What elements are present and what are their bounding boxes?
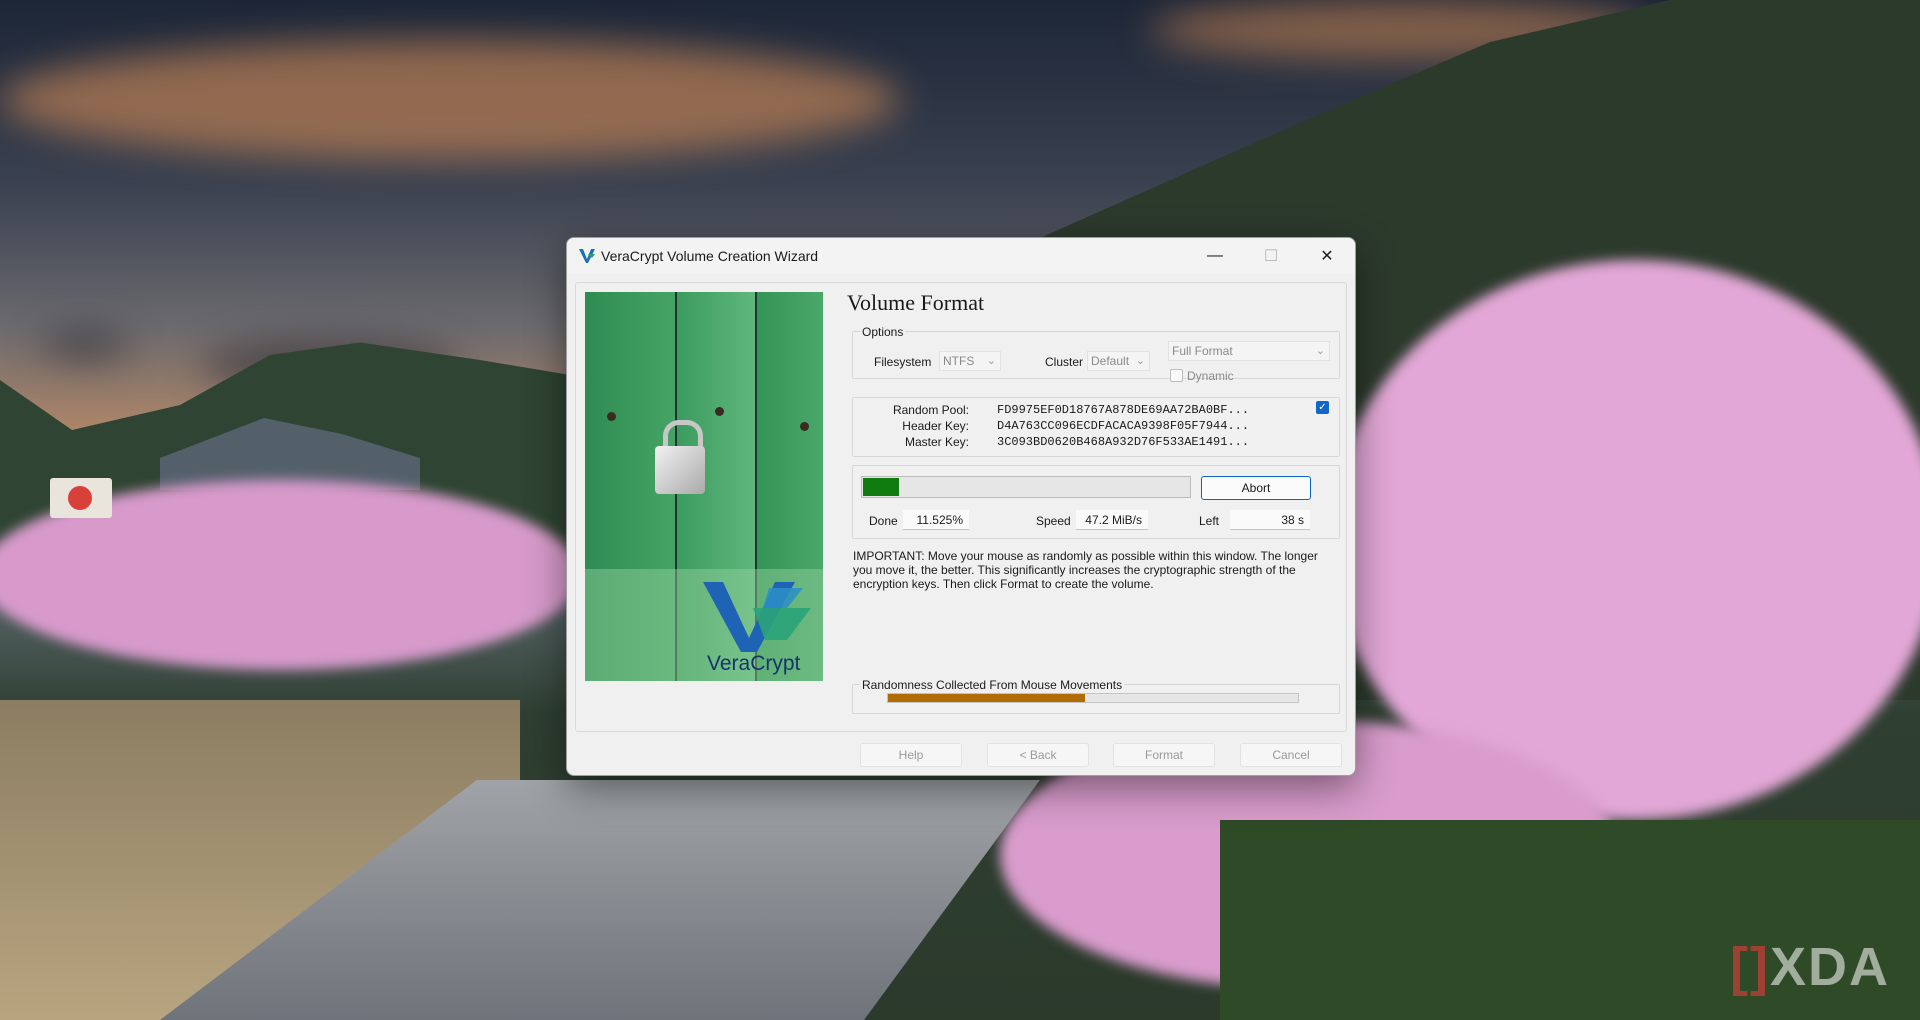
speed-value: 47.2 MiB/s [1085, 513, 1142, 527]
chevron-down-icon: ⌄ [986, 355, 996, 367]
random-pool-label: Random Pool: [892, 403, 969, 417]
done-value: 11.525% [916, 513, 963, 527]
format-button[interactable]: Format [1113, 743, 1215, 767]
random-pool-value: FD9975EF0D18767A878DE69AA72BA0BF... [997, 403, 1250, 417]
done-readout: 11.525% [903, 510, 969, 530]
help-button[interactable]: Help [860, 743, 962, 767]
roadside-sign [50, 478, 112, 518]
minimize-button[interactable]: — [1187, 238, 1243, 274]
veracrypt-wizard-window[interactable]: VeraCrypt Volume Creation Wizard — ☐ ✕ V… [566, 237, 1356, 776]
cluster-select[interactable]: Default ⌄ [1087, 351, 1150, 371]
abort-button[interactable]: Abort [1201, 476, 1311, 500]
format-mode-select[interactable]: Full Format ⌄ [1168, 341, 1330, 361]
format-button-label: Format [1144, 748, 1183, 762]
speed-readout: 47.2 MiB/s [1076, 510, 1148, 530]
format-progress-fill [863, 478, 899, 496]
dynamic-label: Dynamic [1187, 369, 1234, 383]
minimize-icon: — [1207, 247, 1223, 264]
time-left-readout: 38 s [1230, 510, 1310, 530]
left-label: Left [1199, 514, 1220, 528]
cluster-value: Default [1091, 354, 1130, 368]
speed-label: Speed [1036, 514, 1071, 528]
door-rivet [800, 422, 809, 431]
window-title: VeraCrypt Volume Creation Wizard [601, 248, 819, 264]
chevron-down-icon: ⌄ [1315, 345, 1325, 357]
maximize-button[interactable]: ☐ [1243, 238, 1299, 274]
format-mode-value: Full Format [1172, 344, 1233, 358]
master-key-value: 3C093BD0620B468A932D76F533AE1491... [997, 435, 1250, 449]
checkmark-icon: ✓ [1318, 402, 1327, 413]
help-button-label: Help [898, 748, 924, 762]
randomness-group-label: Randomness Collected From Mouse Movement… [860, 678, 1125, 692]
header-key-value: D4A763CC096ECDFACACA9398F05F7944... [997, 419, 1250, 433]
back-button-label: < Back [1019, 748, 1057, 762]
cancel-button-label: Cancel [1272, 748, 1310, 762]
header-key-label: Header Key: [902, 419, 969, 433]
veracrypt-logo-icon [703, 582, 811, 652]
veracrypt-app-icon [579, 249, 595, 263]
filesystem-select[interactable]: NTFS ⌄ [939, 351, 1001, 371]
watermark-text: XDA [1769, 937, 1890, 997]
page-title: Volume Format [847, 290, 985, 315]
randomness-bar [887, 693, 1299, 703]
veracrypt-logo-text: VeraCrypt [707, 652, 801, 675]
door-rivet [607, 412, 616, 421]
sign-emblem [68, 486, 92, 510]
close-icon: ✕ [1320, 248, 1334, 265]
master-key-label: Master Key: [904, 435, 969, 449]
options-group-label: Options [860, 325, 906, 339]
wizard-side-image: VeraCrypt [585, 292, 823, 681]
mouse-randomness-note: IMPORTANT: Move your mouse as randomly a… [853, 549, 1318, 591]
close-button[interactable]: ✕ [1299, 238, 1355, 274]
cancel-button[interactable]: Cancel [1240, 743, 1342, 767]
abort-button-label: Abort [1241, 481, 1271, 495]
chevron-down-icon: ⌄ [1135, 355, 1145, 367]
back-button[interactable]: < Back [987, 743, 1089, 767]
maximize-icon: ☐ [1263, 248, 1279, 265]
dynamic-checkbox[interactable] [1170, 369, 1183, 382]
title-bar[interactable]: VeraCrypt Volume Creation Wizard — ☐ ✕ [567, 238, 1355, 274]
filesystem-value: NTFS [943, 354, 975, 368]
cloud [40, 330, 130, 360]
randomness-fill [888, 694, 1085, 702]
filesystem-label: Filesystem [874, 355, 932, 369]
door-rivet [715, 407, 724, 416]
cloud [0, 40, 900, 160]
done-label: Done [869, 514, 898, 528]
time-left-value: 38 s [1281, 513, 1304, 527]
cluster-label: Cluster [1045, 355, 1084, 369]
padlock-icon [655, 446, 705, 494]
watermark-bracket-icon: [] [1730, 937, 1770, 997]
show-keys-checkbox[interactable]: ✓ [1316, 401, 1329, 414]
format-progress-bar [861, 476, 1191, 498]
xda-watermark: []XDA [1730, 936, 1890, 998]
